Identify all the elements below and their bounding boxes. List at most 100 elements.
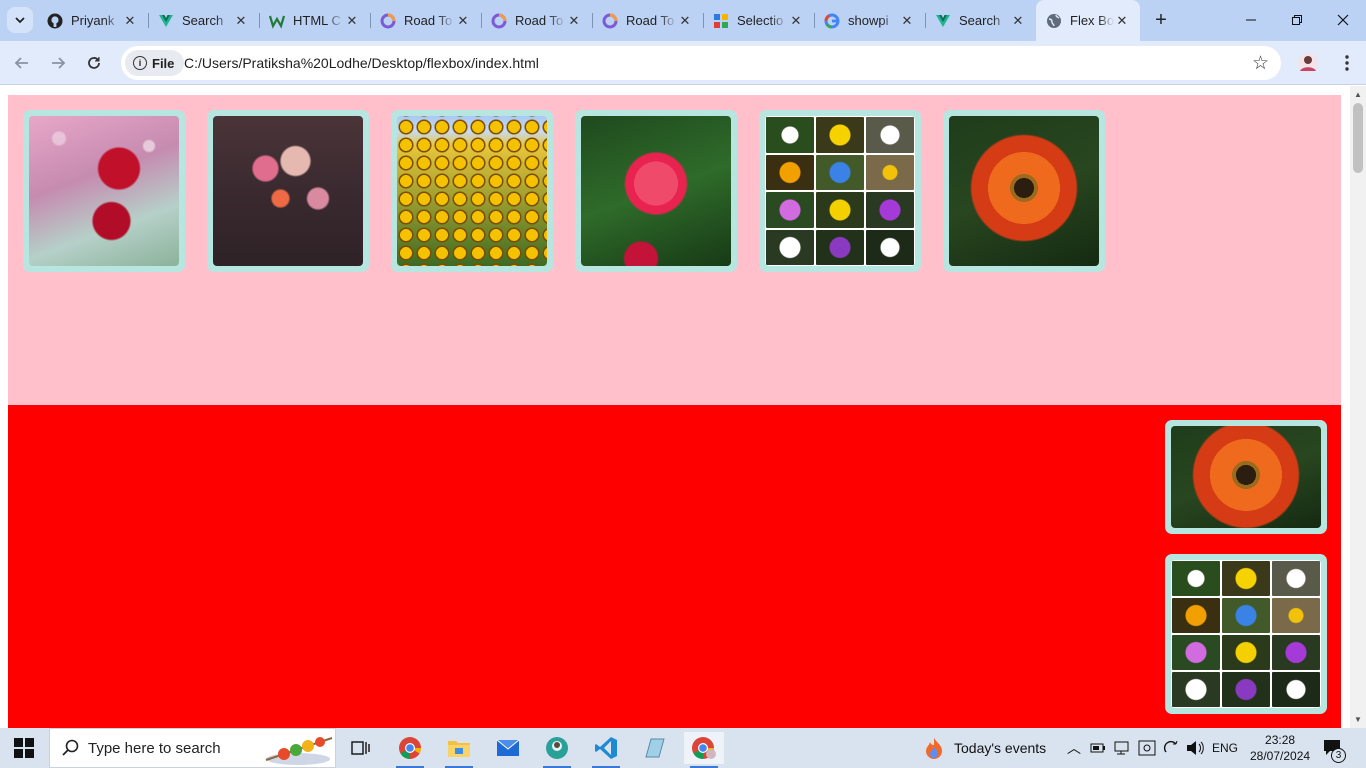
notepad-taskbar-app[interactable] — [635, 732, 675, 764]
vscode-taskbar-app[interactable] — [586, 732, 626, 768]
image-card — [207, 110, 369, 272]
close-icon[interactable]: ✕ — [677, 13, 693, 29]
close-window-button[interactable] — [1320, 0, 1366, 40]
tab-title: Road To — [626, 13, 675, 28]
chrome-profile-taskbar-app[interactable] — [684, 732, 724, 768]
tab-flexbox-active[interactable]: Flex Bo ✕ — [1036, 0, 1140, 41]
close-icon[interactable]: ✕ — [122, 13, 138, 29]
tab-search-button[interactable] — [7, 7, 33, 33]
chevron-up-icon: ︿ — [1067, 740, 1081, 756]
grid-icon — [713, 13, 729, 29]
language-indicator[interactable]: ENG — [1212, 728, 1238, 768]
windows-icon — [14, 738, 34, 758]
red-white-rose-image — [581, 116, 731, 266]
roadmap-icon — [380, 13, 396, 29]
google-icon — [824, 13, 840, 29]
new-tab-button[interactable]: + — [1149, 8, 1173, 32]
github-icon — [47, 13, 63, 29]
search-icon — [62, 739, 79, 756]
address-bar[interactable]: i File C:/Users/Pratiksha%20Lodhe/Deskto… — [121, 46, 1281, 80]
close-icon[interactable]: ✕ — [344, 13, 360, 29]
bookmark-star-icon[interactable]: ☆ — [1252, 52, 1269, 75]
tab-title: HTML C — [293, 13, 341, 28]
image-card — [391, 110, 553, 272]
close-icon[interactable]: ✕ — [788, 13, 804, 29]
tab-roadmap-1[interactable]: Road To ✕ — [370, 6, 481, 35]
volume-icon[interactable] — [1185, 728, 1205, 768]
weather-widget[interactable]: Today's events — [925, 728, 1046, 768]
menu-button[interactable] — [1334, 50, 1360, 76]
roadmap-icon — [491, 13, 507, 29]
w-icon — [269, 13, 285, 29]
back-button[interactable] — [9, 50, 35, 76]
site-info-chip[interactable]: i File — [125, 50, 185, 76]
screen-capture-icon[interactable] — [1138, 728, 1156, 768]
tab-title: Flex Bo — [1070, 13, 1114, 28]
image-card — [23, 110, 185, 272]
flower-collage-image — [765, 116, 915, 266]
tab-title: showpi — [848, 13, 889, 28]
image-card — [1165, 554, 1327, 714]
tab-html[interactable]: HTML C ✕ — [259, 6, 370, 35]
tab-search[interactable]: Search ✕ — [148, 6, 259, 35]
tab-selection[interactable]: Selectio ✕ — [703, 6, 814, 35]
notification-badge: 3 — [1331, 748, 1346, 763]
task-view-icon — [351, 741, 370, 755]
edge-like-taskbar-app[interactable] — [537, 732, 577, 768]
tab-title: Road To — [515, 13, 564, 28]
tab-strip: Priyank ✕ Search ✕ HTML C ✕ Road To ✕ Ro… — [0, 0, 1366, 41]
scrollbar-thumb[interactable] — [1353, 103, 1363, 173]
minimize-icon — [1246, 19, 1256, 21]
battery-icon[interactable] — [1090, 728, 1106, 768]
flame-icon — [926, 738, 942, 759]
chrome-taskbar-app[interactable] — [390, 732, 430, 768]
url-text[interactable]: C:/Users/Pratiksha%20Lodhe/Desktop/flexb… — [184, 55, 539, 71]
network-icon[interactable] — [1114, 728, 1132, 768]
close-icon[interactable]: ✕ — [233, 13, 249, 29]
restore-button[interactable] — [1274, 0, 1320, 40]
tab-github[interactable]: Priyank ✕ — [37, 6, 148, 35]
clock[interactable]: 23:28 28/07/2024 — [1250, 728, 1310, 768]
more-vertical-icon — [1345, 55, 1349, 71]
task-view-button[interactable] — [340, 732, 380, 764]
forward-button[interactable] — [45, 50, 71, 76]
windows-taskbar: Type here to search Today's events ︿ ENG… — [0, 728, 1366, 768]
reload-icon — [88, 57, 100, 69]
vertical-scrollbar[interactable]: ▲ ▼ — [1350, 86, 1366, 728]
profile-avatar[interactable] — [1295, 50, 1321, 76]
tab-roadmap-2[interactable]: Road To ✕ — [481, 6, 592, 35]
browser-toolbar: i File C:/Users/Pratiksha%20Lodhe/Deskto… — [0, 41, 1366, 85]
globe-icon — [1046, 13, 1062, 29]
mail-taskbar-app[interactable] — [488, 732, 528, 764]
tab-title: Search — [959, 13, 1001, 28]
scroll-down-icon[interactable]: ▼ — [1354, 715, 1362, 724]
language-label: ENG — [1212, 741, 1239, 755]
close-icon[interactable]: ✕ — [566, 13, 582, 29]
tab-search-2[interactable]: Search ✕ — [925, 6, 1036, 35]
minimize-button[interactable] — [1228, 0, 1274, 40]
vscode-icon — [595, 737, 617, 759]
red-roses-image — [29, 116, 179, 266]
taskbar-search-box[interactable]: Type here to search — [49, 728, 336, 768]
close-icon[interactable]: ✕ — [1010, 13, 1026, 29]
notification-center-button[interactable]: 3 — [1322, 728, 1346, 768]
scroll-up-icon[interactable]: ▲ — [1354, 90, 1362, 99]
close-icon[interactable]: ✕ — [1114, 13, 1130, 29]
show-hidden-icons[interactable]: ︿ — [1067, 728, 1081, 768]
reload-button[interactable] — [81, 50, 107, 76]
close-icon[interactable]: ✕ — [899, 13, 915, 29]
vue-icon — [935, 13, 951, 29]
notepad-icon — [645, 738, 665, 758]
sync-icon[interactable] — [1162, 728, 1180, 768]
start-button[interactable] — [14, 738, 34, 763]
page-viewport — [0, 86, 1350, 728]
mail-icon — [496, 739, 520, 756]
tab-title: Search — [182, 13, 224, 28]
file-explorer-taskbar-app[interactable] — [439, 732, 479, 768]
tab-google[interactable]: showpi ✕ — [814, 6, 925, 35]
tab-roadmap-3[interactable]: Road To ✕ — [592, 6, 703, 35]
dahlias-image — [213, 116, 363, 266]
chrome-icon — [399, 737, 421, 759]
tab-title: Selectio — [737, 13, 784, 28]
close-icon[interactable]: ✕ — [455, 13, 471, 29]
